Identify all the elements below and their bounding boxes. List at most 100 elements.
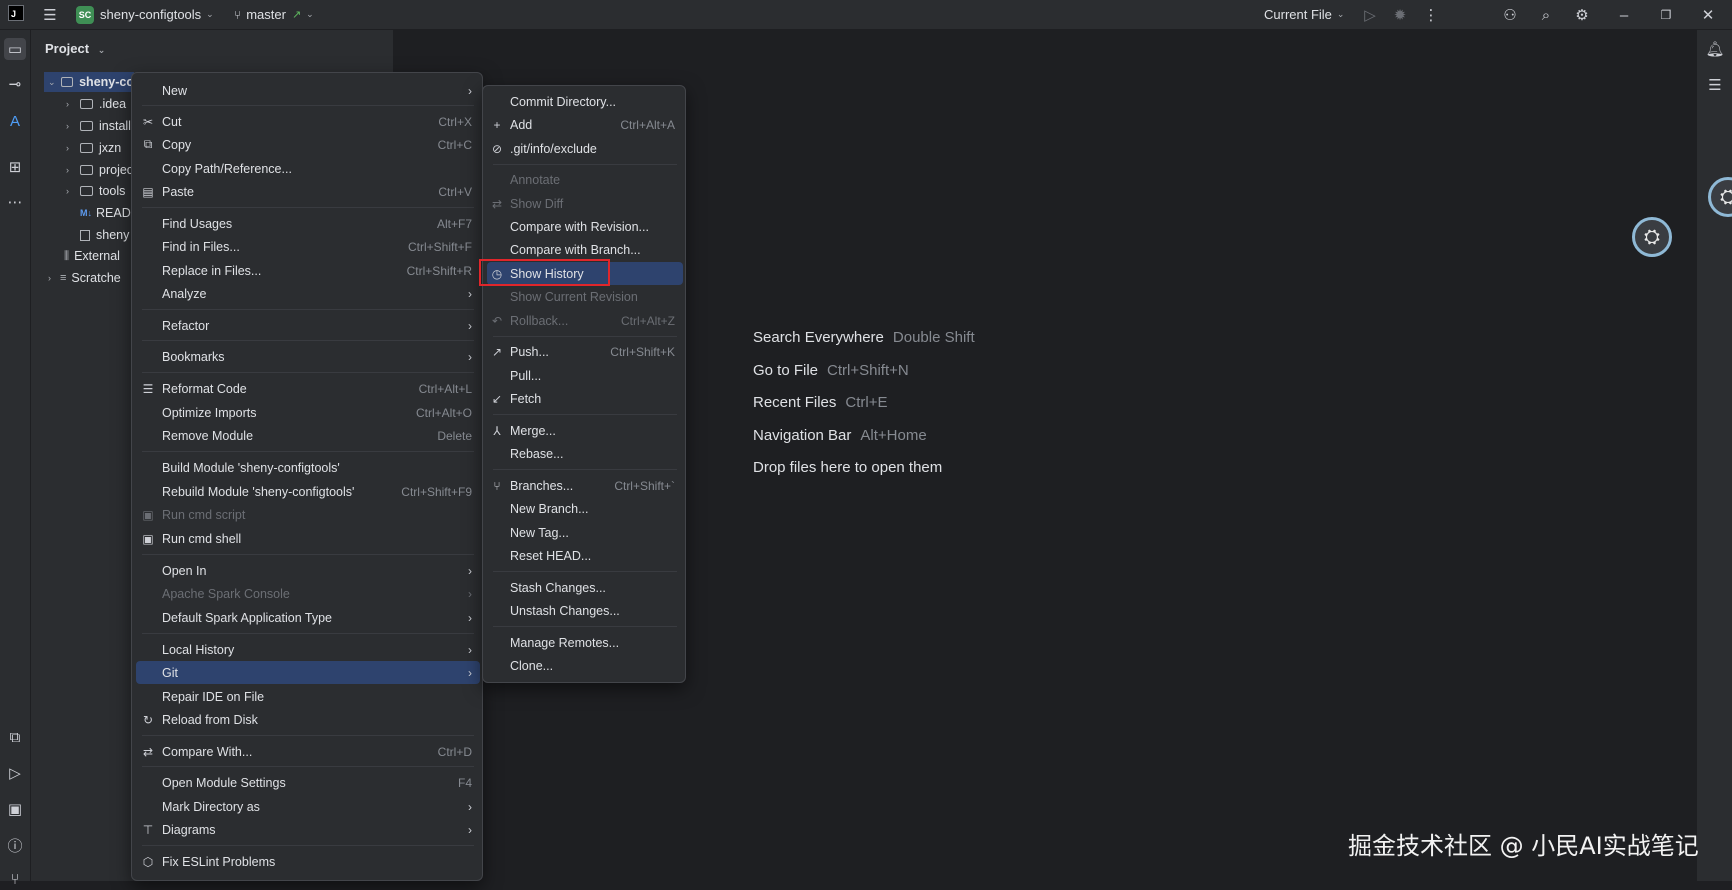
menu-item-open-module-settings[interactable]: Open Module Settings F4: [136, 771, 480, 794]
restore-icon[interactable]: ❐: [1656, 5, 1676, 25]
run-icon[interactable]: ▷: [1360, 5, 1380, 25]
menu-item-refactor[interactable]: Refactor ›: [136, 314, 480, 337]
git-item-commit-directory[interactable]: Commit Directory...: [487, 90, 683, 113]
menu-item-replace-in-files[interactable]: Replace in Files... Ctrl+Shift+R: [136, 259, 480, 282]
tree-item-install[interactable]: › install: [66, 116, 131, 136]
run-tool-icon[interactable]: ▷: [4, 762, 26, 784]
chevron-right-icon[interactable]: ›: [66, 121, 78, 131]
menu-item-compare-with[interactable]: ⇄ Compare With... Ctrl+D: [136, 740, 480, 763]
add-user-icon[interactable]: ⚇: [1500, 5, 1520, 25]
ide-logo-icon[interactable]: J: [8, 5, 24, 21]
search-icon[interactable]: ⌕: [1536, 5, 1556, 25]
ignore-icon: ⊘: [491, 141, 503, 156]
git-item-fetch[interactable]: ↙ Fetch: [487, 387, 683, 410]
menu-item-copy-path[interactable]: Copy Path/Reference...: [136, 157, 480, 180]
menu-item-reformat-code[interactable]: ☰ Reformat Code Ctrl+Alt+L: [136, 377, 480, 400]
git-item-add[interactable]: + Add Ctrl+Alt+A: [487, 113, 683, 136]
menu-item-open-in[interactable]: Open In ›: [136, 559, 480, 582]
debug-icon[interactable]: ✹: [1390, 5, 1410, 25]
branch-switcher[interactable]: ⑂ master ↗ ⌄: [234, 0, 314, 29]
project-name: sheny-configtools: [100, 7, 202, 22]
structure-icon[interactable]: ⊞: [4, 156, 26, 178]
git-item-compare-with-branch[interactable]: Compare with Branch...: [487, 238, 683, 261]
problems-icon[interactable]: ⓘ: [4, 834, 26, 856]
git-item-rebase[interactable]: Rebase...: [487, 442, 683, 465]
chevron-right-icon[interactable]: ›: [66, 143, 78, 153]
chevron-right-icon[interactable]: ›: [66, 99, 78, 109]
menu-item-fix-eslint[interactable]: ⬡ Fix ESLint Problems: [136, 850, 480, 873]
database-icon[interactable]: ☰: [1704, 74, 1726, 96]
terminal-icon[interactable]: ▣: [4, 798, 26, 820]
diagram-icon: ⊤: [142, 822, 154, 837]
git-item-stash-changes[interactable]: Stash Changes...: [487, 576, 683, 599]
git-item-exclude[interactable]: ⊘ .git/info/exclude: [487, 137, 683, 160]
menu-item-find-in-files[interactable]: Find in Files... Ctrl+Shift+F: [136, 235, 480, 258]
tree-item-readme[interactable]: M↓ READ: [78, 203, 131, 223]
tree-item-jxzn[interactable]: › jxzn: [66, 138, 121, 158]
chevron-down-icon[interactable]: ⌄: [48, 77, 59, 88]
commit-icon[interactable]: ⊸: [4, 73, 26, 95]
tree-item-tools[interactable]: › tools: [66, 181, 125, 201]
tree-item-projec[interactable]: › projec: [66, 160, 133, 180]
minimize-icon[interactable]: –: [1614, 5, 1634, 25]
git-item-clone[interactable]: Clone...: [487, 654, 683, 677]
menu-separator: [142, 340, 474, 341]
menu-item-copy[interactable]: ⧉ Copy Ctrl+C: [136, 133, 480, 156]
run-config-selector[interactable]: Current File ⌄: [1264, 0, 1344, 29]
git-item-merge[interactable]: ⅄ Merge...: [487, 419, 683, 442]
branch-icon: ⑂: [234, 7, 242, 22]
chevron-right-icon[interactable]: ›: [66, 186, 78, 196]
main-menu-icon[interactable]: ☰: [40, 5, 60, 25]
menu-item-cut[interactable]: ✂ Cut Ctrl+X: [136, 110, 480, 133]
tree-item-sheny-file[interactable]: sheny: [78, 225, 129, 245]
git-item-compare-with-revision[interactable]: Compare with Revision...: [487, 215, 683, 238]
compare-icon: ⇄: [142, 744, 154, 759]
menu-item-mark-directory-as[interactable]: Mark Directory as ›: [136, 795, 480, 818]
settings-gear-icon[interactable]: ⚙: [1572, 5, 1592, 25]
git-item-new-branch[interactable]: New Branch...: [487, 497, 683, 520]
project-folder-icon[interactable]: ▭: [4, 38, 26, 60]
ai-assistant-icon[interactable]: A: [4, 110, 26, 132]
menu-item-run-cmd-shell[interactable]: ▣ Run cmd shell: [136, 527, 480, 550]
project-panel-title[interactable]: Project ⌄: [45, 41, 105, 56]
tree-item-external-libraries[interactable]: ⫼ External: [64, 246, 120, 266]
module-file-icon: [80, 229, 90, 241]
menu-item-optimize-imports[interactable]: Optimize Imports Ctrl+Alt+O: [136, 401, 480, 424]
close-icon[interactable]: ✕: [1698, 5, 1718, 25]
menu-item-git[interactable]: Git ›: [136, 661, 480, 684]
project-switcher[interactable]: SC sheny-configtools ⌄: [76, 0, 214, 29]
git-item-unstash-changes[interactable]: Unstash Changes...: [487, 599, 683, 622]
tree-item-scratches[interactable]: › ≡ Scratche: [48, 268, 121, 288]
menu-item-rebuild-module[interactable]: Rebuild Module 'sheny-configtools' Ctrl+S…: [136, 480, 480, 503]
more-actions-icon[interactable]: ⋮: [1421, 5, 1441, 25]
git-item-pull[interactable]: Pull...: [487, 364, 683, 387]
git-item-push[interactable]: ↗ Push... Ctrl+Shift+K: [487, 340, 683, 363]
git-item-branches[interactable]: ⑂ Branches... Ctrl+Shift+`: [487, 474, 683, 497]
git-item-reset-head[interactable]: Reset HEAD...: [487, 544, 683, 567]
menu-item-reload-from-disk[interactable]: ↻ Reload from Disk: [136, 708, 480, 731]
git-item-new-tag[interactable]: New Tag...: [487, 521, 683, 544]
git-icon[interactable]: ⑂: [4, 868, 26, 890]
chevron-right-icon[interactable]: ›: [66, 165, 78, 175]
assistant-avatar-icon[interactable]: ⛭: [1632, 217, 1672, 257]
menu-separator: [493, 414, 677, 415]
services-icon[interactable]: ⧉: [4, 726, 26, 748]
notifications-bell-icon[interactable]: 🔔︎: [1704, 38, 1726, 60]
menu-item-new[interactable]: New ›: [136, 79, 480, 102]
menu-item-analyze[interactable]: Analyze ›: [136, 282, 480, 305]
more-tools-icon[interactable]: ⋯: [4, 191, 26, 213]
menu-item-repair-ide[interactable]: Repair IDE on File: [136, 685, 480, 708]
tree-item-root[interactable]: ⌄ sheny-co: [44, 72, 134, 92]
menu-item-find-usages[interactable]: Find Usages Alt+F7: [136, 212, 480, 235]
menu-item-build-module[interactable]: Build Module 'sheny-configtools': [136, 456, 480, 479]
menu-item-default-spark-app-type[interactable]: Default Spark Application Type ›: [136, 606, 480, 629]
right-tool-strip: 🔔︎ ☰: [1696, 30, 1732, 881]
menu-item-paste[interactable]: ▤ Paste Ctrl+V: [136, 180, 480, 203]
menu-item-local-history[interactable]: Local History ›: [136, 638, 480, 661]
git-item-manage-remotes[interactable]: Manage Remotes...: [487, 631, 683, 654]
menu-item-bookmarks[interactable]: Bookmarks ›: [136, 345, 480, 368]
tree-item-idea[interactable]: › .idea: [66, 94, 126, 114]
menu-item-remove-module[interactable]: Remove Module Delete: [136, 424, 480, 447]
chevron-right-icon[interactable]: ›: [48, 273, 60, 283]
menu-item-diagrams[interactable]: ⊤ Diagrams ›: [136, 818, 480, 841]
